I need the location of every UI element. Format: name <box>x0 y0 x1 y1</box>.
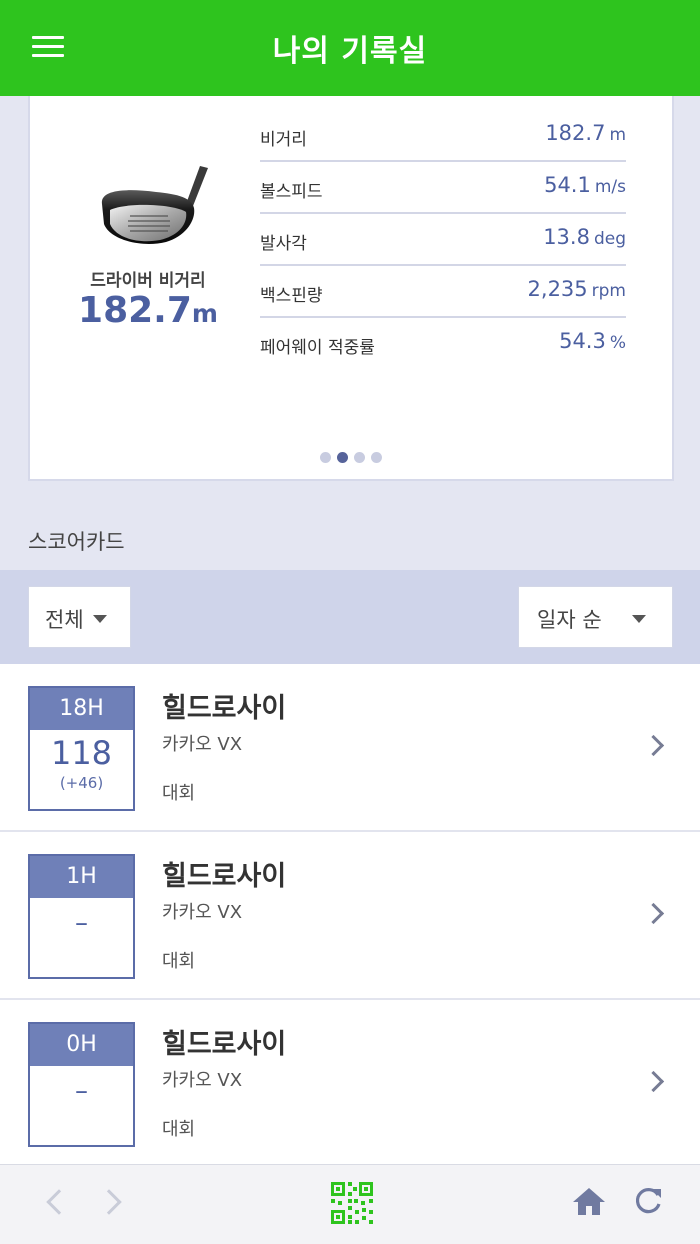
caret-down-icon <box>93 615 107 623</box>
stat-label: 볼스피드 <box>260 182 323 202</box>
category-filter-label: 전체 <box>45 608 84 632</box>
hole-score-box: 0H – <box>28 1022 135 1147</box>
stat-row: 발사각 13.8 deg <box>260 214 626 266</box>
forward-arrow-icon[interactable] <box>96 1189 122 1215</box>
round-type: 대회 <box>162 783 196 804</box>
pager-dot[interactable] <box>354 452 365 463</box>
scorecard-section-title: 스코어카드 <box>28 530 125 554</box>
stat-unit: deg <box>593 229 626 249</box>
course-name: 힐드로사이 <box>162 1029 287 1060</box>
hole-score-box: 18H 118 (+46) <box>28 686 135 811</box>
course-subtitle: 카카오 VX <box>162 902 243 923</box>
scorecard-list: 18H 118 (+46) 힐드로사이 카카오 VX 대회 1H – 힐드로사이… <box>0 664 700 1168</box>
stat-value: 2,235 <box>527 277 588 301</box>
club-distance-value: 182.7m <box>78 290 218 331</box>
club-title: 드라이버 비거리 <box>90 271 206 291</box>
hole-count: 0H <box>30 1024 133 1066</box>
hole-count: 18H <box>30 688 133 730</box>
pager-dot-active[interactable] <box>337 452 348 463</box>
driver-stats-card[interactable]: 드라이버 비거리 182.7m 비거리 182.7 m 볼스피드 54.1 m/s … <box>28 96 674 481</box>
sort-order-label: 일자 순 <box>537 608 602 632</box>
total-score: – <box>75 908 88 938</box>
carousel-pager <box>30 452 672 463</box>
stat-value: 182.7 <box>545 121 606 145</box>
sort-order-select[interactable]: 일자 순 <box>518 586 673 648</box>
stat-value: 13.8 <box>543 225 590 249</box>
course-subtitle: 카카오 VX <box>162 734 243 755</box>
filter-bar: 전체 일자 순 <box>0 570 700 664</box>
course-name: 힐드로사이 <box>162 861 287 892</box>
hole-count: 1H <box>30 856 133 898</box>
total-score: 118 <box>50 734 113 772</box>
pager-dot[interactable] <box>371 452 382 463</box>
stat-row: 페어웨이 적중률 54.3% <box>260 318 626 370</box>
stat-row: 볼스피드 54.1 m/s <box>260 162 626 214</box>
stat-value: 54.1 <box>544 173 591 197</box>
course-name: 힐드로사이 <box>162 693 287 724</box>
chevron-right-icon[interactable] <box>642 734 665 757</box>
caret-down-icon <box>632 615 646 623</box>
stat-unit: rpm <box>591 281 626 301</box>
stat-row: 비거리 182.7 m <box>260 110 626 162</box>
refresh-icon[interactable] <box>632 1185 664 1217</box>
stat-unit: m/s <box>594 177 626 197</box>
page-title: 나의 기록실 <box>272 34 428 69</box>
pager-dot[interactable] <box>320 452 331 463</box>
score-diff: (+46) <box>59 774 104 792</box>
scorecard-item[interactable]: 1H – 힐드로사이 카카오 VX 대회 <box>0 832 700 1000</box>
stats-list: 비거리 182.7 m 볼스피드 54.1 m/s 발사각 13.8 deg 백스핀량… <box>260 110 626 370</box>
stat-label: 비거리 <box>260 130 307 150</box>
chevron-right-icon[interactable] <box>642 1070 665 1093</box>
home-icon[interactable] <box>572 1186 606 1216</box>
round-type: 대회 <box>162 951 196 972</box>
chevron-right-icon[interactable] <box>642 902 665 925</box>
app-header: 나의 기록실 <box>0 0 700 96</box>
hole-score-box: 1H – <box>28 854 135 979</box>
stat-unit: % <box>609 333 626 353</box>
driver-club-icon <box>101 166 208 244</box>
stat-label: 발사각 <box>260 234 307 254</box>
stat-value: 54.3 <box>559 329 606 353</box>
category-filter-select[interactable]: 전체 <box>28 586 131 648</box>
scorecard-item[interactable]: 0H – 힐드로사이 카카오 VX 대회 <box>0 1000 700 1168</box>
round-type: 대회 <box>162 1119 196 1140</box>
back-arrow-icon[interactable] <box>46 1189 72 1215</box>
course-subtitle: 카카오 VX <box>162 1070 243 1091</box>
bottom-nav-bar <box>0 1164 700 1244</box>
total-score: – <box>75 1076 88 1106</box>
stat-label: 백스핀량 <box>260 286 323 306</box>
scorecard-item[interactable]: 18H 118 (+46) 힐드로사이 카카오 VX 대회 <box>0 664 700 832</box>
stat-unit: m <box>609 125 626 145</box>
stat-label: 페어웨이 적중률 <box>260 338 375 358</box>
qr-code-icon[interactable] <box>331 1182 373 1224</box>
stat-row: 백스핀량 2,235 rpm <box>260 266 626 318</box>
